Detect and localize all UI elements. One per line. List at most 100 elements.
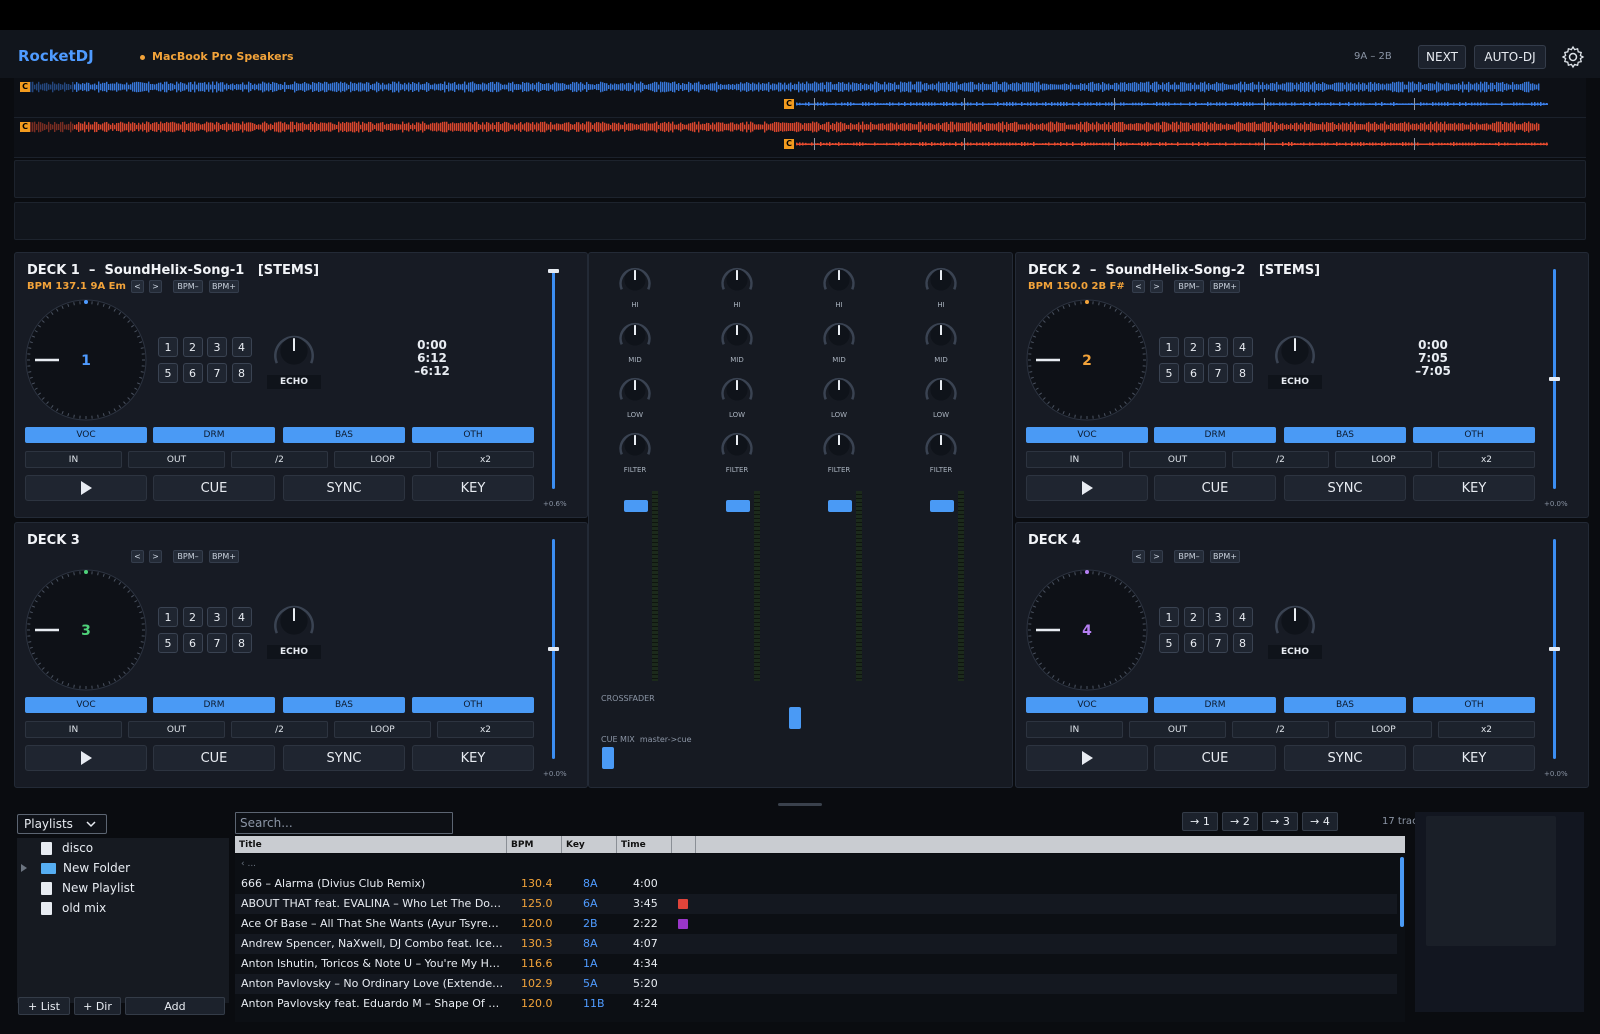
- hotcue-pad-1[interactable]: 1: [158, 337, 178, 357]
- key-button[interactable]: KEY: [412, 745, 534, 771]
- hotcue-pad-5[interactable]: 5: [158, 363, 178, 383]
- next-button[interactable]: NEXT: [1418, 45, 1466, 69]
- table-row-up[interactable]: ‹ ...: [235, 854, 1397, 874]
- hotcue-pad-6[interactable]: 6: [1183, 363, 1204, 383]
- deck3-waveform-lane[interactable]: [14, 160, 1586, 198]
- column-tag[interactable]: [672, 836, 696, 853]
- jog-wheel[interactable]: 2: [1026, 299, 1148, 421]
- stem-oth-button[interactable]: OTH: [412, 427, 534, 443]
- key-button[interactable]: KEY: [412, 475, 534, 501]
- hotcue-pad-4[interactable]: 4: [1232, 607, 1253, 627]
- playlist-item[interactable]: New Playlist: [41, 879, 135, 897]
- pitch-slider-thumb[interactable]: [548, 269, 559, 273]
- loop-button-0[interactable]: IN: [25, 451, 122, 468]
- hotcue-pad-1[interactable]: 1: [158, 607, 178, 627]
- loop-button-0[interactable]: IN: [25, 721, 122, 738]
- column-key[interactable]: Key: [562, 836, 617, 853]
- hotcue-pad-4[interactable]: 4: [231, 337, 252, 357]
- send-to-deck-1-button[interactable]: → 1: [1182, 812, 1218, 831]
- loop-button-2[interactable]: /2: [1232, 721, 1329, 738]
- track-table-scrollbar[interactable]: [1400, 857, 1404, 927]
- cue-button[interactable]: CUE: [153, 475, 275, 501]
- cue-button[interactable]: CUE: [1154, 745, 1276, 771]
- ch2-volume-fader[interactable]: [726, 500, 750, 512]
- bpm-minus-button[interactable]: BPM–: [1174, 280, 1204, 293]
- hotcue-pad-3[interactable]: 3: [207, 607, 227, 627]
- nudge-right-button[interactable]: >: [1150, 550, 1163, 563]
- audio-device-indicator[interactable]: MacBook Pro Speakers: [140, 50, 294, 63]
- ch3-volume-fader[interactable]: [828, 500, 852, 512]
- add-dir-button[interactable]: + Dir: [74, 997, 121, 1015]
- sync-button[interactable]: SYNC: [283, 475, 405, 501]
- ch3-low-knob[interactable]: [822, 373, 856, 407]
- deck2-waveform[interactable]: C C: [14, 118, 1586, 158]
- table-row[interactable]: 666 – Alarma (Divius Club Remix) 130.4 8A 4…: [235, 874, 1397, 894]
- send-to-deck-2-button[interactable]: → 2: [1222, 812, 1258, 831]
- ch1-low-knob[interactable]: [618, 373, 652, 407]
- loop-button-3[interactable]: LOOP: [1335, 451, 1432, 468]
- nudge-left-button[interactable]: <: [131, 550, 144, 563]
- loop-button-1[interactable]: OUT: [1129, 451, 1226, 468]
- send-to-deck-3-button[interactable]: → 3: [1262, 812, 1298, 831]
- ch1-volume-fader[interactable]: [624, 500, 648, 512]
- bpm-minus-button[interactable]: BPM–: [1174, 550, 1204, 563]
- hotcue-pad-7[interactable]: 7: [1208, 633, 1228, 653]
- loop-button-0[interactable]: IN: [1026, 451, 1123, 468]
- deck2-cue-marker[interactable]: C: [20, 122, 30, 132]
- echo-knob[interactable]: [272, 329, 316, 373]
- loop-button-3[interactable]: LOOP: [1335, 721, 1432, 738]
- ch1-mid-knob[interactable]: [618, 318, 652, 352]
- hotcue-pad-8[interactable]: 8: [1232, 363, 1253, 383]
- loop-button-0[interactable]: IN: [1026, 721, 1123, 738]
- echo-knob[interactable]: [272, 599, 316, 643]
- hotcue-pad-7[interactable]: 7: [207, 363, 227, 383]
- crossfader-thumb[interactable]: [789, 707, 801, 729]
- bpm-plus-button[interactable]: BPM+: [209, 550, 239, 563]
- hotcue-pad-6[interactable]: 6: [1183, 633, 1204, 653]
- table-row[interactable]: ABOUT THAT feat. EVALINA – Who Let The D…: [235, 894, 1397, 914]
- column-time[interactable]: Time: [617, 836, 672, 853]
- playlist-item[interactable]: disco: [41, 839, 93, 857]
- expand-folder-icon[interactable]: [19, 863, 29, 873]
- deck1-waveform[interactable]: C C: [14, 78, 1586, 118]
- hotcue-pad-7[interactable]: 7: [1208, 363, 1228, 383]
- hotcue-pad-3[interactable]: 3: [207, 337, 227, 357]
- echo-knob[interactable]: [1273, 329, 1317, 373]
- sync-button[interactable]: SYNC: [1284, 475, 1406, 501]
- deck1-cue-marker[interactable]: C: [20, 82, 30, 92]
- send-to-deck-4-button[interactable]: → 4: [1302, 812, 1338, 831]
- pitch-slider-thumb[interactable]: [548, 647, 559, 651]
- loop-button-2[interactable]: /2: [231, 721, 328, 738]
- ch3-mid-knob[interactable]: [822, 318, 856, 352]
- nudge-left-button[interactable]: <: [1132, 280, 1145, 293]
- loop-button-3[interactable]: LOOP: [334, 451, 431, 468]
- hotcue-pad-4[interactable]: 4: [231, 607, 252, 627]
- loop-button-4[interactable]: x2: [1438, 721, 1535, 738]
- nudge-left-button[interactable]: <: [1132, 550, 1145, 563]
- hotcue-pad-6[interactable]: 6: [182, 633, 203, 653]
- table-row[interactable]: Andrew Spencer, NaXwell, DJ Combo feat. …: [235, 934, 1397, 954]
- panel-resize-handle[interactable]: [778, 803, 822, 806]
- stem-drm-button[interactable]: DRM: [1154, 427, 1276, 443]
- hotcue-pad-3[interactable]: 3: [1208, 337, 1228, 357]
- bpm-plus-button[interactable]: BPM+: [1210, 550, 1240, 563]
- pitch-slider[interactable]: [552, 269, 555, 489]
- hotcue-pad-8[interactable]: 8: [231, 363, 252, 383]
- table-row[interactable]: Ace Of Base – All That She Wants (Ayur T…: [235, 914, 1397, 934]
- ch1-filter-knob[interactable]: [618, 428, 652, 462]
- bpm-minus-button[interactable]: BPM–: [173, 550, 203, 563]
- stem-drm-button[interactable]: DRM: [153, 697, 275, 713]
- stem-bas-button[interactable]: BAS: [1284, 427, 1406, 443]
- sync-button[interactable]: SYNC: [283, 745, 405, 771]
- ch2-mid-knob[interactable]: [720, 318, 754, 352]
- pitch-slider-thumb[interactable]: [1549, 647, 1560, 651]
- play-button[interactable]: [25, 475, 147, 501]
- stem-voc-button[interactable]: VOC: [25, 427, 147, 443]
- hotcue-pad-5[interactable]: 5: [1159, 633, 1179, 653]
- jog-wheel[interactable]: 4: [1026, 569, 1148, 691]
- nudge-right-button[interactable]: >: [149, 280, 162, 293]
- hotcue-pad-1[interactable]: 1: [1159, 607, 1179, 627]
- ch4-volume-fader[interactable]: [930, 500, 954, 512]
- table-row[interactable]: Anton Ishutin, Toricos & Note U – You're…: [235, 954, 1397, 974]
- column-bpm[interactable]: BPM: [507, 836, 562, 853]
